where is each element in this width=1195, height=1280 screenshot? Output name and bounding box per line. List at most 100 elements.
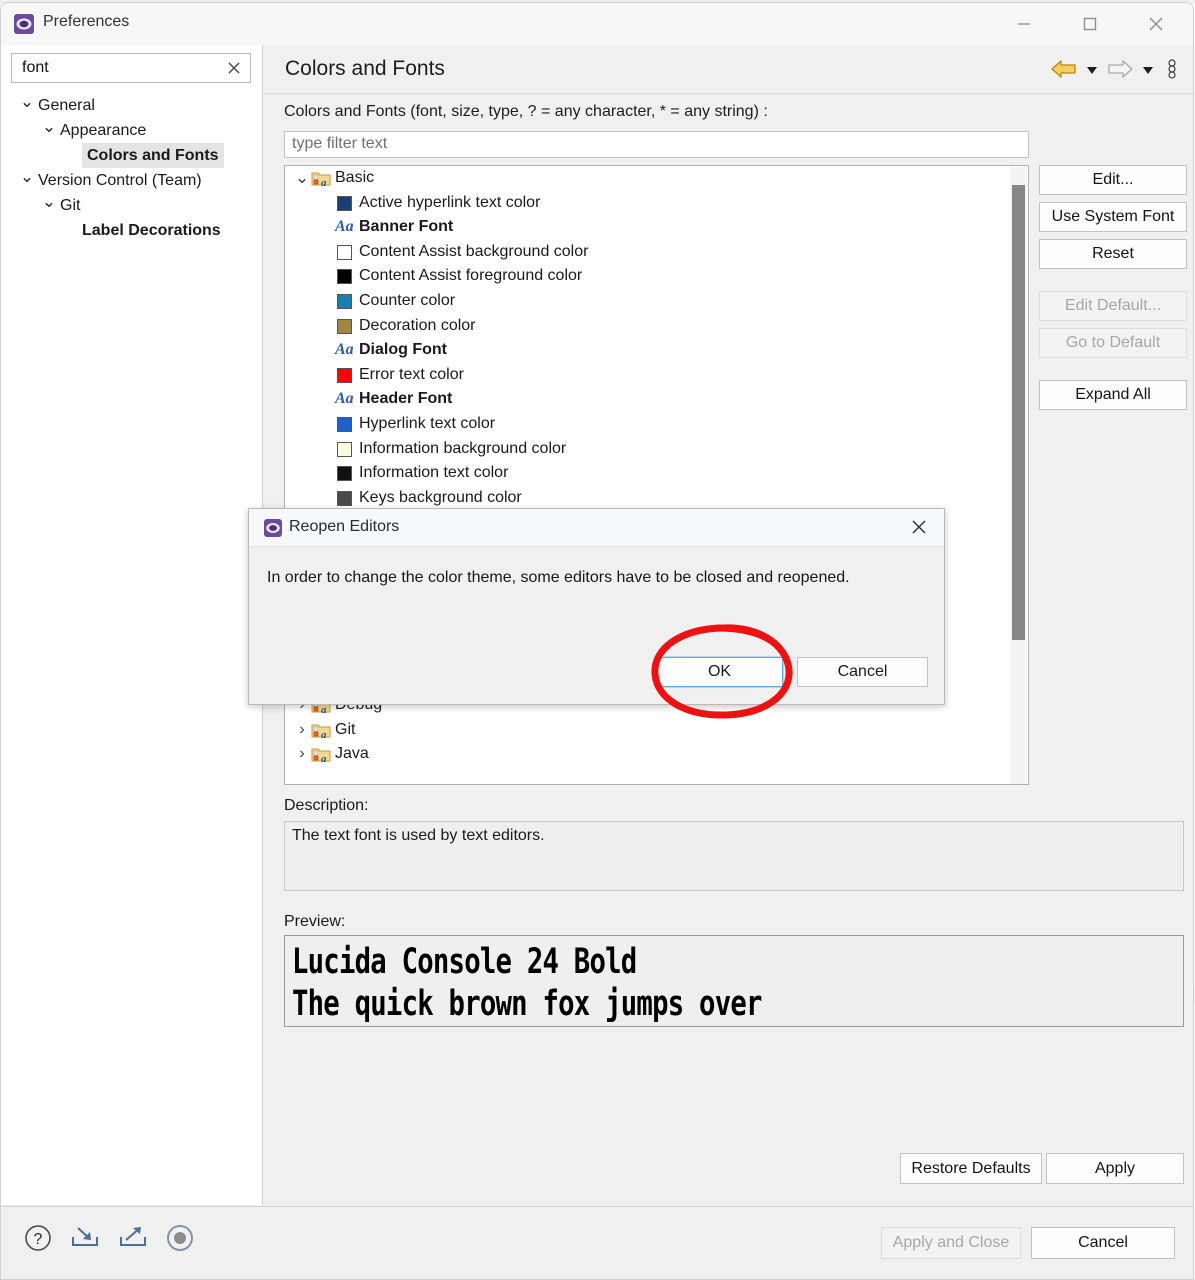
color-swatch	[337, 416, 352, 432]
sidebar-item-colors-and-fonts[interactable]: Colors and Fonts	[1, 143, 262, 168]
tree-row[interactable]: Information text color	[285, 461, 1028, 486]
page-bottom-buttons: Restore Defaults Apply	[264, 1153, 1193, 1193]
tree-row-label: Git	[335, 720, 356, 738]
sidebar-search-box[interactable]	[11, 53, 251, 83]
description-box: The text font is used by text editors.	[284, 821, 1184, 891]
chevron-right-icon[interactable]: ›	[295, 742, 309, 767]
sidebar-item-version-control-team[interactable]: ⌄ Version Control (Team)	[1, 168, 262, 193]
tree-row[interactable]: Aa Banner Font	[285, 215, 1028, 240]
tree-row-label: Dialog Font	[359, 341, 447, 359]
side-button-column: Edit... Use System Font Reset Edit Default.…	[1039, 165, 1189, 417]
chevron-down-icon[interactable]: ⌄	[19, 168, 35, 186]
chevron-down-icon[interactable]: ⌄	[41, 193, 57, 211]
edit-button[interactable]: Edit...	[1039, 165, 1187, 195]
forward-menu-chevron-down-icon[interactable]	[1139, 53, 1163, 85]
folder-a-icon: a	[311, 170, 331, 189]
tree-row-label: Information text color	[359, 464, 509, 482]
sidebar-item-git[interactable]: ⌄ Git	[1, 193, 262, 218]
scrollbar-thumb[interactable]	[1012, 185, 1025, 640]
edit-default-button: Edit Default...	[1039, 291, 1187, 321]
folder-a-icon: a	[311, 722, 331, 741]
svg-text:a: a	[321, 729, 327, 739]
back-arrow-icon[interactable]	[1049, 53, 1083, 85]
tree-row[interactable]: ⌄ a Basic	[285, 166, 1028, 191]
preview-box: Lucida Console 24 Bold The quick brown f…	[284, 935, 1184, 1027]
chevron-down-icon[interactable]: ⌄	[295, 166, 309, 191]
color-swatch	[337, 318, 352, 334]
reopen-editors-dialog: Reopen Editors In order to change the co…	[248, 508, 945, 705]
export-icon[interactable]	[117, 1223, 149, 1257]
apply-and-close-button[interactable]: Apply and Close	[881, 1227, 1021, 1259]
title-bar: Preferences	[1, 3, 1193, 45]
cancel-button[interactable]: Cancel	[1031, 1227, 1175, 1259]
tree-row[interactable]: Aa Header Font	[285, 387, 1028, 412]
go-to-default-button: Go to Default	[1039, 328, 1187, 358]
svg-text:a: a	[321, 753, 327, 763]
tree-row[interactable]: › a Git	[285, 718, 1013, 743]
sidebar-item-label-decorations[interactable]: Label Decorations	[1, 218, 262, 243]
tree-row[interactable]: Information background color	[285, 437, 1028, 462]
apply-button[interactable]: Apply	[1046, 1153, 1184, 1184]
tree-row-label: Decoration color	[359, 316, 476, 334]
use-system-font-button[interactable]: Use System Font	[1039, 202, 1187, 232]
chevron-right-icon[interactable]: ›	[295, 718, 309, 743]
tree-row[interactable]: Keys background color	[285, 486, 1028, 511]
tree-row-label: Information background color	[359, 439, 567, 457]
chevron-down-icon[interactable]: ⌄	[41, 118, 57, 136]
folder-a-icon: a	[311, 746, 331, 765]
chevron-down-icon[interactable]: ⌄	[19, 93, 35, 111]
sidebar-item-label: Appearance	[60, 122, 147, 139]
maximize-button[interactable]	[1067, 3, 1113, 45]
tree-row[interactable]: Counter color	[285, 289, 1028, 314]
restore-defaults-button[interactable]: Restore Defaults	[900, 1153, 1042, 1184]
tree-row-label: Banner Font	[359, 218, 454, 236]
svg-text:a: a	[321, 177, 327, 187]
vertical-dots-icon[interactable]	[1163, 53, 1189, 85]
footer-icon-group: ?	[23, 1223, 211, 1263]
search-input[interactable]	[20, 58, 214, 78]
tree-row[interactable]: Active hyperlink text color	[285, 191, 1028, 216]
sidebar-item-label: Colors and Fonts	[82, 143, 224, 168]
tree-row[interactable]: › a Java	[285, 742, 1013, 767]
color-swatch	[337, 293, 352, 309]
tree-row-label: Content Assist background color	[359, 242, 589, 260]
preferences-sidebar: ⌄General⌄AppearanceColors and Fonts⌄Vers…	[1, 45, 263, 1205]
preferences-window: Preferences ⌄General⌄AppearanceColors a	[0, 2, 1194, 1280]
record-icon[interactable]	[165, 1223, 195, 1257]
tree-row-label: Hyperlink text color	[359, 414, 496, 432]
sidebar-item-general[interactable]: ⌄ General	[1, 93, 262, 118]
tree-row[interactable]: Content Assist foreground color	[285, 264, 1028, 289]
clear-icon[interactable]	[224, 58, 244, 78]
color-swatch	[337, 195, 352, 211]
sidebar-item-label: General	[38, 97, 95, 114]
tree-row-label: Java	[335, 745, 369, 763]
tree-row[interactable]: Error text color	[285, 363, 1028, 388]
help-icon[interactable]: ?	[23, 1223, 53, 1257]
expand-all-button[interactable]: Expand All	[1039, 380, 1187, 410]
tree-row[interactable]: Decoration color	[285, 314, 1028, 339]
minimize-button[interactable]	[1001, 3, 1047, 45]
sidebar-item-label: Git	[60, 197, 81, 214]
close-icon[interactable]	[906, 515, 934, 541]
page-description-line: Colors and Fonts (font, size, type, ? = …	[284, 103, 768, 120]
tree-row[interactable]: Content Assist background color	[285, 240, 1028, 265]
dialog-title: Reopen Editors	[289, 518, 400, 535]
color-swatch	[337, 466, 352, 482]
back-menu-chevron-down-icon[interactable]	[1083, 53, 1105, 85]
tree-row[interactable]: Hyperlink text color	[285, 412, 1028, 437]
preview-line-2: The quick brown fox jumps over	[292, 984, 762, 1024]
import-icon[interactable]	[69, 1223, 101, 1257]
close-button[interactable]	[1133, 3, 1179, 45]
dialog-cancel-button[interactable]: Cancel	[797, 657, 928, 687]
eclipse-preferences-icon	[13, 13, 35, 35]
sidebar-item-appearance[interactable]: ⌄ Appearance	[1, 118, 262, 143]
svg-text:a: a	[321, 704, 327, 714]
tree-row-label: Error text color	[359, 365, 464, 383]
font-sample-icon: Aa	[335, 218, 354, 236]
tree-scrollbar[interactable]	[1010, 167, 1027, 784]
page-filter-input[interactable]: type filter text	[284, 131, 1029, 158]
color-swatch	[337, 441, 352, 457]
ok-button[interactable]: OK	[655, 656, 784, 688]
reset-button[interactable]: Reset	[1039, 239, 1187, 269]
tree-row[interactable]: Aa Dialog Font	[285, 338, 1028, 363]
